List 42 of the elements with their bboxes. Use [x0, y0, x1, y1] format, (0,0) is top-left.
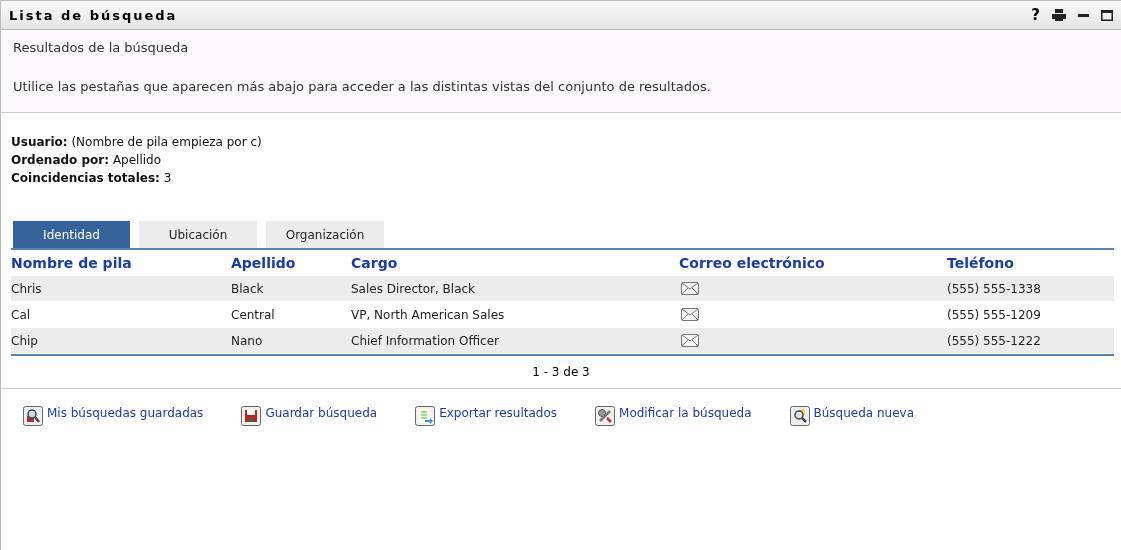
table-cell-text: Chief Information Officer	[351, 333, 500, 348]
envelope-icon[interactable]	[681, 308, 699, 321]
magnifier-icon	[789, 406, 810, 426]
magnifier-icon	[23, 406, 43, 426]
window-title: Lista de búsqueda	[9, 7, 178, 23]
table-cell-text: Nano	[231, 333, 264, 348]
column-header[interactable]: Teléfono	[947, 255, 1114, 271]
table-cell-text: Cal	[11, 307, 32, 322]
minimize-icon[interactable]	[1078, 13, 1089, 17]
tab[interactable]: Identidad	[13, 221, 130, 248]
action-link[interactable]: Modificar la búsqueda	[619, 406, 752, 426]
intro-text: Utilice las pestañas que aparecen más abajo para acceder a las distintas vistas del conjunto de resultados.	[13, 79, 712, 94]
criteria-line: Ordenado por: Apellido	[11, 153, 163, 167]
table-cell-text: Central	[231, 307, 276, 322]
criteria-line: Coincidencias totales: 3	[11, 171, 173, 185]
table-cell-text: Sales Director, Black	[351, 281, 477, 296]
pagination-text: 1 - 3 de 3	[532, 365, 590, 379]
table-cell-text: Black	[231, 281, 265, 296]
column-header[interactable]: Cargo	[351, 255, 679, 271]
table-cell-text: VP, North American Sales	[351, 307, 506, 322]
envelope-icon[interactable]	[681, 282, 699, 295]
printer-icon[interactable]	[1052, 9, 1066, 21]
tools-icon	[595, 406, 616, 426]
action-link[interactable]: Mis búsquedas guardadas	[47, 406, 204, 426]
envelope-icon[interactable]	[681, 334, 699, 347]
tab[interactable]: Ubicación	[139, 221, 257, 248]
intro-heading: Resultados de la búsqueda	[13, 40, 190, 55]
criteria-line: Usuario: (Nombre de pila empieza por c)	[11, 135, 263, 149]
table-cell-text: (555) 555-1209	[947, 307, 1042, 322]
table-cell-text: Chris	[11, 281, 43, 296]
maximize-icon[interactable]	[1101, 9, 1113, 21]
column-header[interactable]: Apellido	[231, 255, 351, 271]
tab[interactable]: Organización	[266, 221, 384, 248]
help-button[interactable]: ?	[1031, 6, 1040, 24]
action-link[interactable]: Exportar resultados	[439, 406, 558, 426]
action-link[interactable]: Búsqueda nueva	[813, 406, 915, 426]
table-cell-text: (555) 555-1338	[947, 281, 1042, 296]
column-header[interactable]: Nombre de pila	[11, 255, 231, 271]
table-cell-text: Chip	[11, 333, 39, 348]
action-link[interactable]: Guardar búsqueda	[265, 406, 378, 426]
table-cell-text: (555) 555-1222	[947, 333, 1042, 348]
column-header[interactable]: Correo electrónico	[679, 255, 947, 271]
